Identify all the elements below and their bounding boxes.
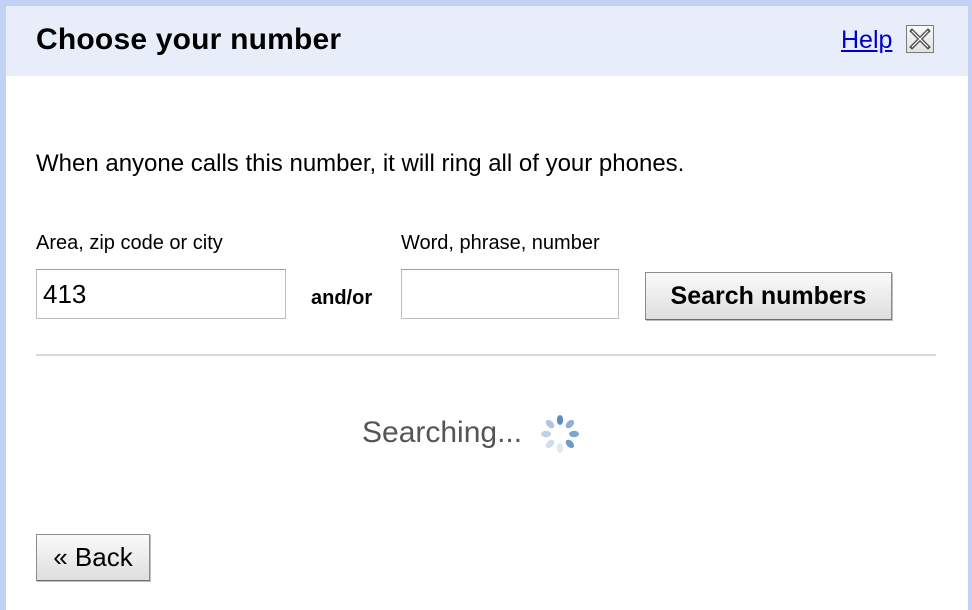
choose-number-dialog: Choose your number Help When anyone call… (0, 0, 972, 610)
dialog-description: When anyone calls this number, it will r… (36, 150, 685, 177)
dialog-titlebar: Choose your number Help (6, 6, 968, 76)
spinner-spoke (545, 439, 555, 449)
searching-status-text: Searching... (362, 416, 523, 449)
spinner-spoke (545, 419, 555, 429)
word-field-label: Word, phrase, number (401, 232, 600, 254)
close-icon (909, 28, 931, 50)
spinner-spoke (565, 439, 575, 449)
spinner-spoke (569, 430, 579, 438)
section-divider (36, 354, 936, 356)
close-button[interactable] (906, 25, 934, 53)
loading-spinner-icon (541, 415, 579, 453)
spinner-spoke (565, 419, 575, 429)
word-phrase-number-input[interactable] (401, 269, 619, 319)
spinner-spoke (541, 430, 551, 438)
and-or-connector: and/or (311, 287, 373, 309)
area-field-label: Area, zip code or city (36, 232, 223, 254)
back-button[interactable]: « Back (36, 534, 150, 581)
spinner-spoke (556, 415, 564, 425)
search-numbers-button[interactable]: Search numbers (645, 272, 892, 320)
spinner-spoke (556, 443, 564, 453)
dialog-title: Choose your number (36, 23, 342, 56)
help-link[interactable]: Help (841, 26, 892, 55)
area-zip-city-input[interactable] (36, 269, 286, 319)
